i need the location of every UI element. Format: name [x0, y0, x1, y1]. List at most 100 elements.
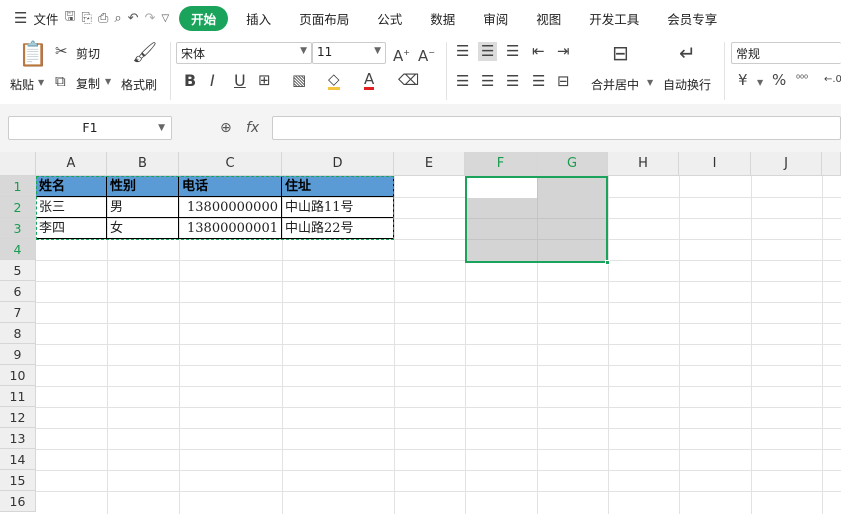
font-color-icon[interactable]: A: [364, 72, 375, 90]
cut-button[interactable]: 剪切: [76, 45, 100, 62]
cell-c1[interactable]: 电话: [179, 176, 282, 197]
tab-data[interactable]: 数据: [430, 9, 455, 28]
row-header-4[interactable]: 4: [0, 239, 36, 260]
column-header-e[interactable]: E: [394, 152, 465, 176]
row-header-10[interactable]: 10: [0, 365, 36, 386]
format-painter-button[interactable]: 格式刷: [121, 76, 157, 93]
thousands-separator-icon[interactable]: ⁰⁰⁰: [796, 72, 808, 87]
export-icon[interactable]: ⎘: [82, 11, 92, 26]
column-header-h[interactable]: H: [608, 152, 679, 176]
name-box[interactable]: F1 ▼: [8, 116, 172, 140]
redo-icon[interactable]: ↷: [145, 11, 156, 26]
undo-icon[interactable]: ↶: [128, 11, 139, 26]
paste-dropdown-icon[interactable]: ▼: [38, 78, 44, 87]
italic-button[interactable]: I: [210, 73, 215, 89]
cell-c2[interactable]: 13800000000: [179, 197, 282, 218]
wrap-text-icon[interactable]: ↵: [679, 43, 696, 63]
row-header-5[interactable]: 5: [0, 260, 36, 281]
copy-button[interactable]: 复制: [76, 75, 100, 92]
cell-d3[interactable]: 中山路22号: [282, 218, 394, 239]
row-header-15[interactable]: 15: [0, 470, 36, 491]
tab-view[interactable]: 视图: [536, 9, 561, 28]
fill-handle[interactable]: [605, 260, 610, 265]
increase-indent-icon[interactable]: ⇥: [557, 44, 570, 59]
cell-b1[interactable]: 性别: [107, 176, 179, 197]
distributed-icon[interactable]: ⊟: [557, 74, 570, 89]
row-header-16[interactable]: 16: [0, 491, 36, 512]
tab-member[interactable]: 会员专享: [667, 9, 717, 28]
column-header-g[interactable]: G: [537, 152, 608, 176]
print-preview-icon[interactable]: ⌕: [114, 11, 121, 26]
file-menu[interactable]: 文件: [33, 9, 58, 28]
format-painter-icon[interactable]: 🖌: [132, 42, 157, 62]
align-middle-icon[interactable]: ☰: [478, 42, 498, 61]
column-header-a[interactable]: A: [36, 152, 107, 176]
percent-button[interactable]: %: [772, 73, 786, 88]
merge-center-button[interactable]: 合并居中: [591, 76, 639, 93]
fill-color-icon[interactable]: ◇: [328, 72, 340, 90]
row-header-6[interactable]: 6: [0, 281, 36, 302]
tab-home[interactable]: 开始: [179, 5, 229, 31]
row-header-11[interactable]: 11: [0, 386, 36, 407]
cell-b2[interactable]: 男: [107, 197, 179, 218]
cell-b3[interactable]: 女: [107, 218, 179, 239]
clear-format-icon[interactable]: ⌫: [398, 73, 419, 88]
cell-a2[interactable]: 张三: [36, 197, 107, 218]
scissors-icon[interactable]: ✂: [55, 44, 68, 59]
currency-button[interactable]: ¥: [738, 73, 748, 88]
row-header-8[interactable]: 8: [0, 323, 36, 344]
save-icon[interactable]: 🖫: [64, 7, 75, 29]
row-header-9[interactable]: 9: [0, 344, 36, 365]
formula-input[interactable]: [272, 116, 841, 140]
border-icon[interactable]: ⊞: [258, 73, 271, 88]
column-header-j[interactable]: J: [751, 152, 822, 176]
font-size-select[interactable]: 11 ▼: [312, 42, 386, 64]
tab-page-layout[interactable]: 页面布局: [299, 9, 349, 28]
cell-c3[interactable]: 13800000001: [179, 218, 282, 239]
row-header-13[interactable]: 13: [0, 428, 36, 449]
row-header-3[interactable]: 3: [0, 218, 36, 239]
align-bottom-icon[interactable]: ☰: [506, 44, 519, 59]
tab-insert[interactable]: 插入: [246, 9, 271, 28]
row-header-2[interactable]: 2: [0, 197, 36, 218]
hamburger-icon[interactable]: ☰: [14, 9, 27, 27]
zoom-icon[interactable]: ⊕: [220, 120, 232, 136]
cell-d1[interactable]: 住址: [282, 176, 394, 197]
row-header-14[interactable]: 14: [0, 449, 36, 470]
copy-dropdown-icon[interactable]: ▼: [105, 77, 111, 86]
number-format-select[interactable]: 常规: [731, 42, 841, 64]
merge-center-icon[interactable]: ⊟: [612, 43, 629, 63]
active-cell[interactable]: [467, 178, 537, 198]
justify-icon[interactable]: ☰: [532, 74, 545, 89]
column-header-d[interactable]: D: [282, 152, 394, 176]
cell-d2[interactable]: 中山路11号: [282, 197, 394, 218]
font-shrink-icon[interactable]: A−: [418, 45, 435, 64]
align-top-icon[interactable]: ☰: [456, 44, 469, 59]
cell-a1[interactable]: 姓名: [36, 176, 107, 197]
cell-style-icon[interactable]: ▧: [292, 73, 306, 88]
row-header-1[interactable]: 1: [0, 176, 36, 197]
copy-icon[interactable]: ⧉: [55, 74, 66, 89]
align-right-icon[interactable]: ☰: [506, 74, 519, 89]
customize-dropdown-icon[interactable]: ▽: [161, 13, 169, 24]
align-left-icon[interactable]: ☰: [456, 74, 469, 89]
column-header-b[interactable]: B: [107, 152, 179, 176]
font-name-select[interactable]: 宋体 ▼: [176, 42, 312, 64]
row-header-7[interactable]: 7: [0, 302, 36, 323]
paste-icon[interactable]: 📋: [18, 42, 48, 66]
column-header-i[interactable]: I: [679, 152, 751, 176]
tab-review[interactable]: 审阅: [483, 9, 508, 28]
column-header-c[interactable]: C: [179, 152, 282, 176]
cell-a3[interactable]: 李四: [36, 218, 107, 239]
paste-button[interactable]: 粘贴: [10, 76, 34, 93]
increase-decimal-icon[interactable]: ←.0: [824, 72, 841, 87]
select-all-corner[interactable]: [0, 152, 36, 176]
fx-button[interactable]: fx: [246, 120, 259, 136]
tab-formulas[interactable]: 公式: [377, 9, 402, 28]
merge-dropdown-icon[interactable]: ▼: [647, 78, 653, 87]
wrap-text-button[interactable]: 自动换行: [663, 76, 711, 93]
currency-dropdown-icon[interactable]: ▼: [757, 78, 763, 87]
underline-button[interactable]: U: [234, 73, 246, 89]
column-header-f[interactable]: F: [465, 152, 537, 176]
bold-button[interactable]: B: [184, 73, 196, 89]
